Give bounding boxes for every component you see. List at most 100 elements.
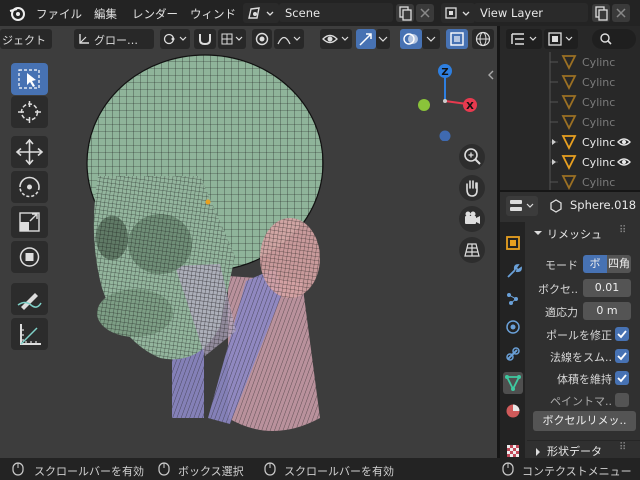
tab-particles[interactable] [503, 288, 523, 310]
3d-cursor-icon [18, 101, 41, 123]
camera-view-button[interactable] [459, 206, 485, 232]
select-box-tool[interactable] [11, 63, 48, 95]
xray-toggle[interactable] [446, 29, 468, 49]
rotate-tool[interactable] [11, 171, 48, 203]
proportional-editing-toggle[interactable] [252, 29, 272, 49]
drag-handle-icon[interactable]: ⠿ [619, 442, 627, 453]
outliner-item[interactable]: Cylinc [500, 172, 640, 192]
adaptivity-field[interactable]: 0 m [583, 302, 631, 320]
menu-file[interactable]: ファイル [36, 6, 82, 22]
checkmark-icon [617, 352, 627, 361]
outliner-item[interactable]: Cylinc [500, 52, 640, 72]
transform-orientation-dropdown[interactable]: グロー… [74, 29, 154, 49]
scene-name-field[interactable]: Scene [279, 3, 393, 22]
gizmo-toggle[interactable] [356, 29, 376, 49]
navigation-gizmo[interactable]: Z X [410, 61, 490, 141]
menu-window[interactable]: ウィンド [190, 6, 236, 22]
visibility-dropdown[interactable] [320, 29, 352, 49]
mesh-object-icon [549, 72, 577, 92]
overlays-icon [403, 33, 418, 45]
mode-option-voxel[interactable]: ボ [583, 255, 607, 273]
remesh-panel-header[interactable]: リメッシュ ⠿ [527, 222, 640, 244]
rotate-icon [19, 176, 40, 198]
status-hint-1: スクロールバーを有効 [34, 465, 144, 478]
tab-material[interactable] [503, 400, 523, 422]
move-tool[interactable] [11, 136, 48, 168]
eye-right[interactable] [128, 214, 192, 274]
snap-grid-icon [221, 33, 243, 45]
proportional-falloff-dropdown[interactable] [274, 29, 304, 49]
mode-option-quad[interactable]: 四角 [607, 255, 631, 273]
tab-modifiers[interactable] [503, 260, 523, 282]
voxel-remesh-button[interactable]: ボクセルリメッ.. [533, 411, 636, 431]
preserve-volume-checkbox[interactable] [615, 371, 629, 385]
tab-physics[interactable] [503, 316, 523, 338]
outliner-item[interactable]: Cylinc [500, 92, 640, 112]
scale-tool[interactable] [11, 206, 48, 238]
close-icon [420, 8, 430, 18]
view-layer-name-field[interactable]: View Layer [474, 3, 588, 22]
tab-object-data[interactable] [503, 372, 523, 394]
view-layer-selector-button[interactable] [441, 3, 475, 23]
mouth-lips[interactable] [97, 289, 173, 337]
shading-wireframe-button[interactable] [472, 29, 494, 49]
properties-tabs [500, 222, 525, 458]
snap-toggle[interactable] [194, 29, 216, 49]
visibility-eye-icon[interactable] [617, 136, 631, 148]
perspective-toggle-button[interactable] [459, 237, 485, 263]
annotate-tool[interactable] [11, 283, 48, 315]
scene-selector-button[interactable] [243, 3, 279, 23]
snap-target-dropdown[interactable] [218, 29, 246, 49]
gizmo-y-dot[interactable] [418, 99, 430, 111]
voxel-size-field[interactable]: 0.01 [583, 279, 631, 297]
pivot-point-dropdown[interactable] [160, 29, 190, 49]
mesh-data-triangle-icon [505, 375, 521, 392]
delete-view-layer-button[interactable] [612, 4, 630, 22]
outliner-panel: Cylinc Cylinc Cylinc Cylinc Cylinc Cylinc Cyli… [500, 26, 640, 192]
object-mode-dropdown[interactable]: ジェクト [0, 29, 52, 49]
outliner-item[interactable]: Cylinc [500, 112, 640, 132]
3d-viewport[interactable]: ジェクト グロー… Z X [0, 26, 497, 458]
gizmo-dropdown[interactable] [376, 29, 390, 49]
object-name[interactable]: Sphere.018 [570, 198, 636, 212]
smooth-normals-checkbox[interactable] [615, 349, 629, 363]
filter-dropdown[interactable] [544, 29, 578, 49]
outliner-search-input[interactable] [592, 29, 636, 49]
transform-tool[interactable] [11, 241, 48, 273]
overlays-dropdown[interactable] [422, 29, 440, 49]
orientation-icon [79, 34, 89, 44]
paint-mask-checkbox[interactable] [615, 393, 629, 407]
outliner-item[interactable]: Cylinc [500, 152, 640, 172]
outliner-item[interactable]: Cylinc [500, 132, 640, 152]
new-view-layer-button[interactable] [592, 4, 610, 22]
drag-handle-icon[interactable]: ⠿ [619, 225, 627, 236]
pan-button[interactable] [459, 175, 485, 201]
properties-editor-type-dropdown[interactable] [506, 196, 538, 216]
shape-data-panel-header[interactable]: 形状データ ⠿ [527, 440, 640, 458]
menu-edit[interactable]: 編集 [94, 6, 117, 22]
fix-poles-label: ポールを修正 [546, 329, 612, 342]
overlays-toggle[interactable] [400, 29, 422, 49]
cheek-ear-right[interactable] [260, 218, 320, 298]
area-divider-vertical[interactable] [497, 26, 500, 458]
zoom-button[interactable] [459, 144, 485, 170]
outliner-item[interactable]: Cylinc [500, 72, 640, 92]
measure-tool[interactable] [11, 318, 48, 350]
gizmo-neg-z-dot[interactable] [439, 130, 451, 142]
new-scene-button[interactable] [396, 4, 414, 22]
wrench-icon [507, 264, 522, 278]
menu-render[interactable]: レンダー [132, 6, 178, 22]
display-mode-dropdown[interactable] [506, 29, 542, 49]
sidebar-expand-icon[interactable] [486, 69, 496, 81]
blender-logo-icon[interactable] [8, 4, 26, 22]
adaptivity-row: 適応力 0 m [530, 302, 636, 320]
tab-constraints[interactable] [503, 344, 523, 366]
tab-object[interactable] [503, 232, 523, 254]
material-sphere-icon [506, 404, 520, 418]
area-divider-horizontal[interactable] [500, 190, 640, 192]
eye-left[interactable] [96, 216, 128, 260]
visibility-eye-icon[interactable] [617, 156, 631, 168]
fix-poles-checkbox[interactable] [615, 327, 629, 341]
delete-scene-button[interactable] [416, 4, 434, 22]
cursor-tool[interactable] [11, 96, 48, 128]
